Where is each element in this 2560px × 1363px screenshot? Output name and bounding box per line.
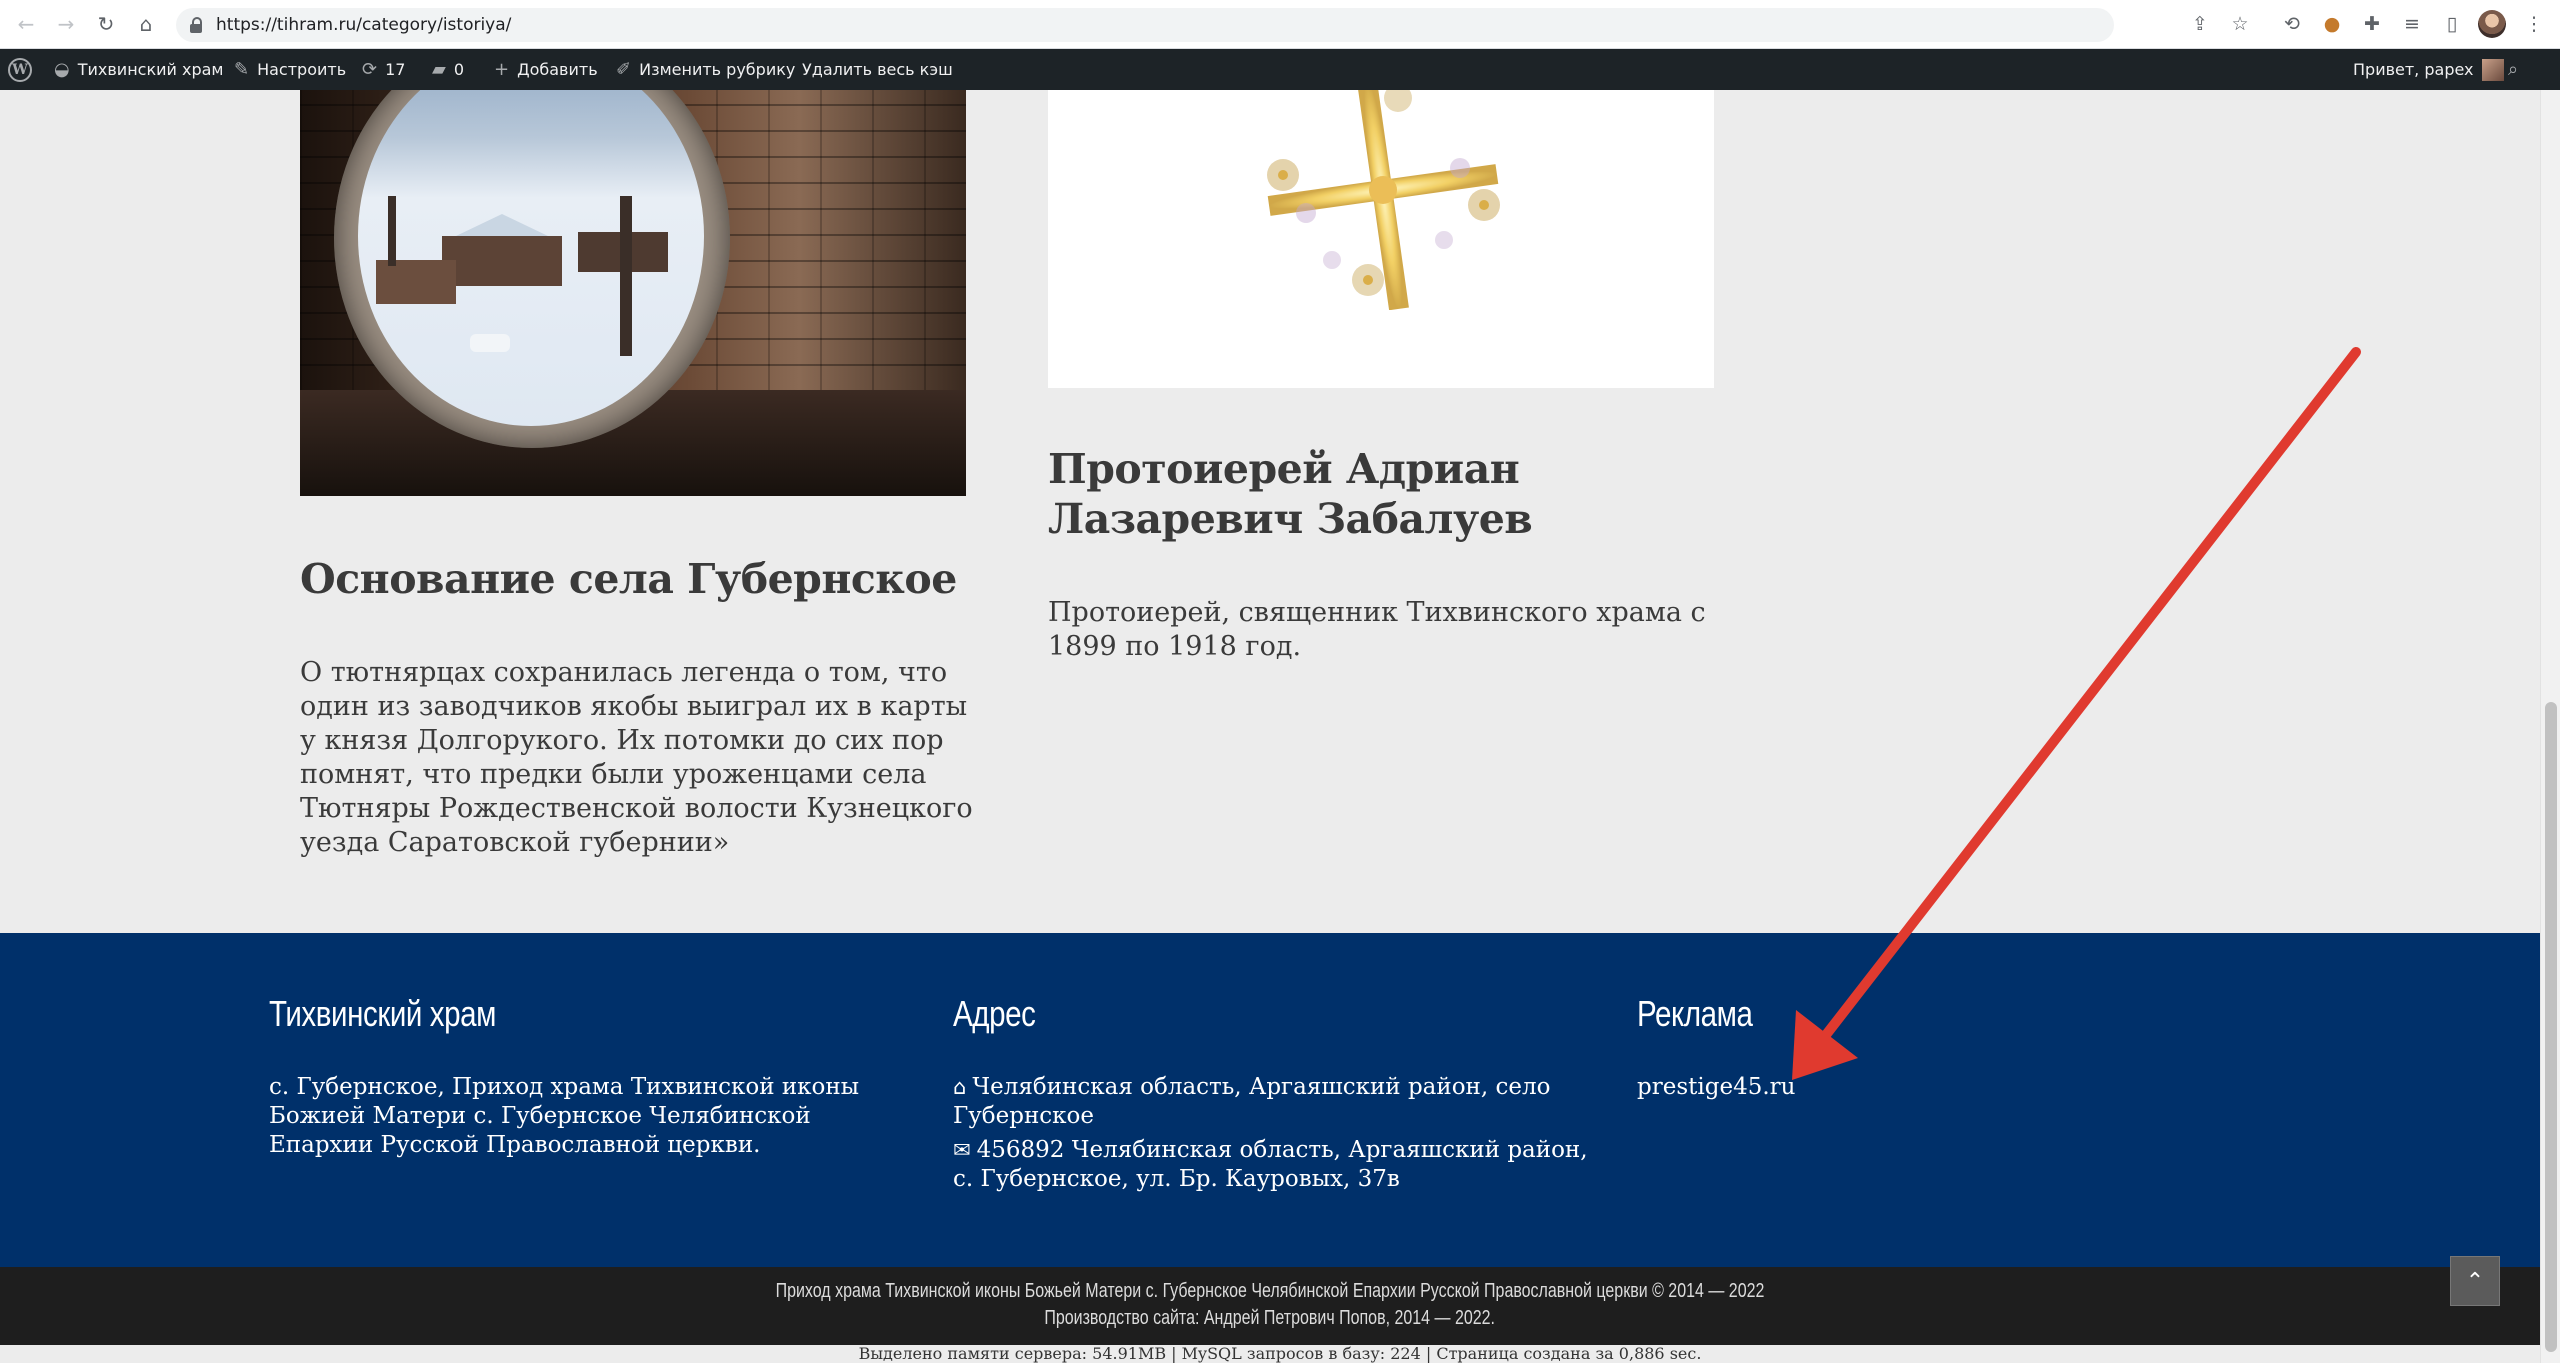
lock-icon[interactable] (190, 17, 202, 33)
scroll-to-top-button[interactable]: ⌃ (2450, 1256, 2500, 1306)
footer-ads-link[interactable]: prestige45.ru (1637, 1073, 1795, 1102)
address-bar[interactable]: https://tihram.ru/category/istoriya/ (176, 8, 2114, 42)
admin-edit-category-label: Изменить рубрику (639, 60, 796, 79)
admin-greeting: Привет, papex (2353, 60, 2474, 79)
footer-address-postal: ✉ 456892 Челябинская область, Аргаяшский … (953, 1136, 1613, 1194)
scrollbar[interactable] (2540, 90, 2560, 1363)
post-thumbnail[interactable] (300, 90, 966, 496)
dashboard-icon: ◒ (54, 59, 70, 80)
sync-icon[interactable]: ⟲ (2280, 12, 2304, 36)
footer-address-heading: Адрес (953, 993, 1036, 1034)
pencil-icon: ✐ (616, 59, 632, 80)
user-avatar (2481, 58, 2504, 81)
credits-label: Производство сайта: Андрей Петрович Попо… (1044, 1307, 1496, 1329)
admin-site-name[interactable]: ◒ Тихвинский храм (54, 49, 224, 90)
back-arrow-icon[interactable]: ← (12, 10, 40, 38)
address-location-text: Челябинская область, Аргаяшский район, с… (953, 1074, 1551, 1129)
comment-icon: ▰ (432, 59, 446, 80)
copyright-text: Приход храма Тихвинской иконы Божьей Мат… (0, 1280, 2540, 1303)
reload-icon[interactable]: ↻ (92, 10, 120, 38)
forward-arrow-icon[interactable]: → (52, 10, 80, 38)
copyright-bar: Приход храма Тихвинской иконы Божьей Мат… (0, 1267, 2540, 1345)
admin-customize-label: Настроить (257, 60, 347, 79)
share-icon[interactable]: ⇪ (2188, 12, 2212, 36)
admin-search[interactable]: ⌕ (2508, 49, 2518, 90)
search-icon: ⌕ (2508, 59, 2519, 80)
kebab-menu-icon[interactable]: ⋮ (2522, 12, 2546, 36)
browser-toolbar: ← → ↻ ⌂ https://tihram.ru/category/istor… (0, 0, 2560, 49)
footer-about-text: с. Губернское, Приход храма Тихвинской и… (269, 1074, 860, 1158)
admin-edit-category[interactable]: ✐ Изменить рубрику (616, 49, 795, 90)
admin-clear-cache-label: Удалить весь кэш (802, 60, 953, 79)
post-list: Основание села Губернское О тютнярцах со… (0, 90, 2540, 933)
admin-my-account[interactable]: Привет, papex (2353, 49, 2504, 90)
avatar[interactable] (2478, 10, 2506, 38)
server-stats: Выделено памяти сервера: 54.91MB | MySQL… (0, 1345, 2560, 1363)
wordpress-icon: W (8, 57, 32, 82)
admin-clear-cache[interactable]: Удалить весь кэш (802, 49, 953, 90)
post-excerpt: О тютнярцах сохранилась легенда о том, ч… (300, 657, 973, 858)
admin-updates[interactable]: ⟳ 17 (362, 49, 405, 90)
credits-text: Производство сайта: Андрей Петрович Попо… (0, 1307, 2540, 1330)
wp-logo[interactable]: W (8, 49, 32, 90)
puzzle-icon[interactable]: ✚ (2360, 12, 2384, 36)
footer-ads-heading: Реклама (1637, 993, 1753, 1034)
sidebar-icon[interactable]: ▯ (2440, 12, 2464, 36)
updates-icon: ⟳ (362, 59, 378, 80)
admin-updates-count: 17 (385, 60, 406, 79)
chevron-up-icon: ⌃ (2465, 1268, 2485, 1294)
post-title[interactable]: Основание села Губернское (300, 554, 980, 604)
post-title[interactable]: Протоиерей Адриан Лазаревич Забалуев (1048, 444, 1688, 544)
admin-bar: W ◒ Тихвинский храм ✎ Настроить ⟳ 17 ▰ 0… (0, 49, 2560, 90)
copyright-label: Приход храма Тихвинской иконы Божьей Мат… (775, 1280, 1765, 1302)
admin-customize[interactable]: ✎ Настроить (234, 49, 346, 90)
admin-comments-count: 0 (453, 60, 465, 79)
plus-icon: + (494, 59, 510, 80)
admin-add-new[interactable]: + Добавить (494, 49, 598, 90)
home-icon[interactable]: ⌂ (132, 10, 160, 38)
post-excerpt: Протоиерей, священник Тихвинского храма … (1048, 597, 1706, 662)
post-thumbnail[interactable] (1048, 90, 1714, 388)
admin-add-new-label: Добавить (517, 60, 598, 79)
footer-address-location: ⌂ Челябинская область, Аргаяшский район, … (953, 1073, 1613, 1131)
address-postal-text: 456892 Челябинская область, Аргаяшский р… (953, 1137, 1588, 1192)
scrollbar-thumb[interactable] (2545, 702, 2557, 1352)
home-icon: ⌂ (953, 1075, 967, 1099)
site-footer: Тихвинский храм с. Губернское, Приход хр… (0, 933, 2540, 1267)
playlist-icon[interactable]: ≡ (2400, 12, 2424, 36)
star-icon[interactable]: ☆ (2228, 12, 2252, 36)
admin-comments[interactable]: ▰ 0 (432, 49, 464, 90)
envelope-icon: ✉ (953, 1138, 971, 1162)
extension-icon[interactable]: ● (2320, 12, 2344, 36)
admin-site-name-label: Тихвинский храм (77, 60, 224, 79)
url-text[interactable]: https://tihram.ru/category/istoriya/ (216, 15, 511, 35)
footer-about-heading: Тихвинский храм (269, 993, 497, 1034)
cross-icon (1267, 90, 1500, 310)
brush-icon: ✎ (234, 59, 250, 80)
